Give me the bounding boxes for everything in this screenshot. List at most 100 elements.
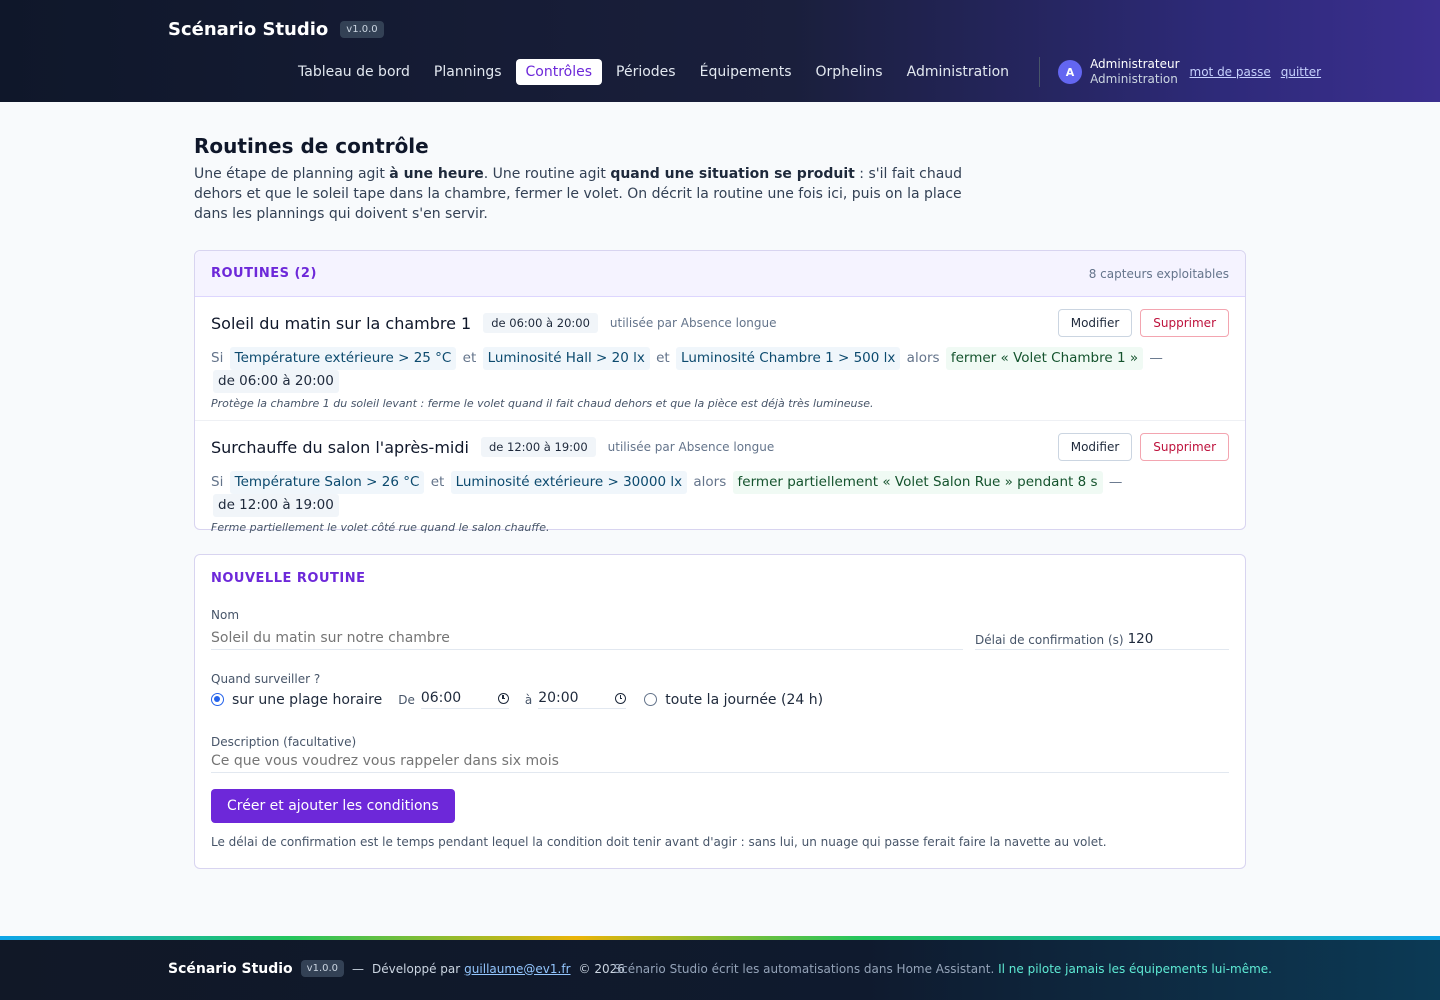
word-and: et — [656, 350, 670, 366]
avatar: A — [1058, 60, 1083, 84]
to-time-value[interactable]: 20:00 — [538, 690, 578, 706]
footer: Scénario Studio v1.0.0 — Développé par g… — [0, 936, 1440, 1000]
routine-description: Ferme partiellement le volet côté rue qu… — [211, 521, 550, 534]
separator-dash: — — [1149, 350, 1163, 366]
nav-divider — [1039, 57, 1041, 87]
delete-button[interactable]: Supprimer — [1140, 309, 1229, 337]
nav-periods[interactable]: Périodes — [606, 59, 686, 85]
footer-brand: Scénario Studio — [168, 960, 293, 977]
main-nav: Tableau de bord Plannings Contrôles Péri… — [288, 57, 1321, 87]
sensors-count: 8 capteurs exploitables — [1088, 266, 1229, 281]
routine-usage: utilisée par Absence longue — [607, 440, 775, 454]
routine-name: Soleil du matin sur la chambre 1 — [211, 313, 472, 333]
time-chip: de 12:00 à 19:00 — [213, 494, 339, 517]
edit-button[interactable]: Modifier — [1057, 309, 1133, 337]
routine-conditions: Si Température Salon > 26 °C et Luminosi… — [211, 471, 1229, 517]
footer-left: Scénario Studio v1.0.0 — Développé par g… — [168, 960, 625, 977]
routine-description: Protège la chambre 1 du soleil levant : … — [211, 397, 874, 410]
condition-chip: Luminosité extérieure > 30000 lx — [450, 471, 688, 494]
name-row: Délai de confirmation (s) 120 — [211, 628, 1229, 650]
nav-equipment[interactable]: Équipements — [690, 59, 802, 85]
user-menu: A Administrateur Administration mot de p… — [1058, 57, 1321, 87]
routine-usage: utilisée par Absence longue — [609, 316, 777, 330]
new-routine-title: NOUVELLE ROUTINE — [211, 571, 366, 586]
action-chip: fermer partiellement « Volet Salon Rue »… — [732, 471, 1103, 494]
nav-administration[interactable]: Administration — [897, 59, 1019, 85]
version-badge: v1.0.0 — [340, 21, 384, 38]
name-label: Nom — [211, 608, 240, 622]
routine-conditions: Si Température extérieure > 25 °C et Lum… — [211, 347, 1229, 393]
footer-dash: — — [352, 961, 365, 976]
to-label: à — [524, 692, 533, 707]
radio-all-day-label[interactable]: toute la journée (24 h) — [665, 692, 823, 708]
radio-all-day[interactable] — [644, 693, 658, 706]
routines-title: ROUTINES (2) — [211, 266, 317, 281]
routine-header: Soleil du matin sur la chambre 1 de 06:0… — [211, 309, 1229, 337]
user-name: Administrateur — [1090, 57, 1180, 71]
radio-time-range-label[interactable]: sur une plage horaire — [232, 692, 382, 708]
routines-card: ROUTINES (2) 8 capteurs exploitables Sol… — [194, 250, 1246, 534]
routine-item: Surchauffe du salon l'après-midi de 12:0… — [195, 421, 1245, 544]
delay-field[interactable]: Délai de confirmation (s) 120 — [975, 631, 1229, 650]
word-then: alors — [906, 350, 940, 366]
edit-button[interactable]: Modifier — [1057, 433, 1133, 461]
footer-email-link[interactable]: guillaume@ev1.fr — [464, 962, 570, 976]
condition-chip: Température Salon > 26 °C — [229, 471, 425, 494]
brand-name[interactable]: Scénario Studio — [168, 19, 328, 40]
nav-plannings[interactable]: Plannings — [424, 59, 512, 85]
radio-time-range[interactable] — [211, 693, 224, 706]
delete-button[interactable]: Supprimer — [1140, 433, 1229, 461]
when-label: Quand surveiller ? — [211, 672, 321, 686]
footer-version-badge: v1.0.0 — [300, 960, 345, 977]
time-chip: de 06:00 à 20:00 — [213, 370, 339, 393]
footer-note-text: Scénario Studio écrit les automatisation… — [613, 962, 999, 976]
user-info: Administrateur Administration — [1090, 57, 1179, 87]
nav-controls[interactable]: Contrôles — [515, 59, 603, 85]
clock-icon[interactable] — [615, 692, 627, 704]
to-time-input[interactable]: 20:00 — [538, 690, 627, 709]
word-if: Si — [211, 474, 224, 490]
routine-range-badge: de 06:00 à 20:00 — [483, 313, 598, 333]
routines-card-header: ROUTINES (2) 8 capteurs exploitables — [195, 251, 1245, 297]
intro-emphasis: à une heure — [389, 166, 484, 182]
delay-input[interactable]: 120 — [1128, 631, 1154, 647]
logout-link[interactable]: quitter — [1281, 65, 1321, 79]
nav-dashboard[interactable]: Tableau de bord — [288, 59, 420, 85]
nav-orphans[interactable]: Orphelins — [806, 59, 893, 85]
footer-note-highlight: Il ne pilote jamais les équipements lui-… — [998, 962, 1272, 976]
when-row: sur une plage horaire De 06:00 à 20:00 t… — [211, 690, 1229, 709]
from-time-value[interactable]: 06:00 — [421, 690, 461, 706]
clock-icon[interactable] — [497, 692, 509, 704]
intro-emphasis: quand une situation se produit — [610, 166, 855, 182]
separator-dash: — — [1108, 474, 1123, 490]
brand: Scénario Studio v1.0.0 — [168, 19, 384, 40]
page-intro-text: Une étape de planning agit à une heure. … — [194, 164, 964, 224]
routine-item: Soleil du matin sur la chambre 1 de 06:0… — [195, 297, 1245, 421]
top-bar: Scénario Studio v1.0.0 Tableau de bord P… — [0, 0, 1440, 102]
description-input[interactable] — [211, 749, 1229, 773]
footer-stripe — [0, 936, 1440, 940]
routine-name: Surchauffe du salon l'après-midi — [211, 437, 469, 457]
action-chip: fermer « Volet Chambre 1 » — [945, 347, 1144, 370]
condition-chip: Luminosité Chambre 1 > 500 lx — [676, 347, 901, 370]
from-label: De — [398, 692, 415, 707]
create-routine-button[interactable]: Créer et ajouter les conditions — [211, 789, 455, 823]
word-and: et — [462, 350, 477, 366]
description-label: Description (facultative) — [211, 735, 357, 749]
routine-header: Surchauffe du salon l'après-midi de 12:0… — [211, 433, 1229, 461]
word-if: Si — [211, 350, 224, 366]
condition-chip: Luminosité Hall > 20 lx — [482, 347, 650, 370]
page-intro: Routines de contrôle Une étape de planni… — [194, 134, 1246, 224]
name-input[interactable] — [211, 628, 963, 650]
new-routine-card: NOUVELLE ROUTINE Nom Délai de confirmati… — [194, 554, 1246, 869]
routine-range-badge: de 12:00 à 19:00 — [480, 437, 596, 457]
delay-footnote: Le délai de confirmation est le temps pe… — [211, 835, 1107, 849]
password-link[interactable]: mot de passe — [1190, 65, 1271, 79]
from-time-input[interactable]: 06:00 — [420, 690, 509, 709]
delay-label: Délai de confirmation (s) — [975, 633, 1124, 647]
footer-note: Scénario Studio écrit les automatisation… — [614, 962, 1272, 976]
intro-part: . Une routine agit — [483, 166, 611, 182]
word-then: alors — [693, 474, 727, 490]
user-role: Administration — [1090, 72, 1178, 86]
footer-dev-by: Développé par — [372, 961, 461, 976]
